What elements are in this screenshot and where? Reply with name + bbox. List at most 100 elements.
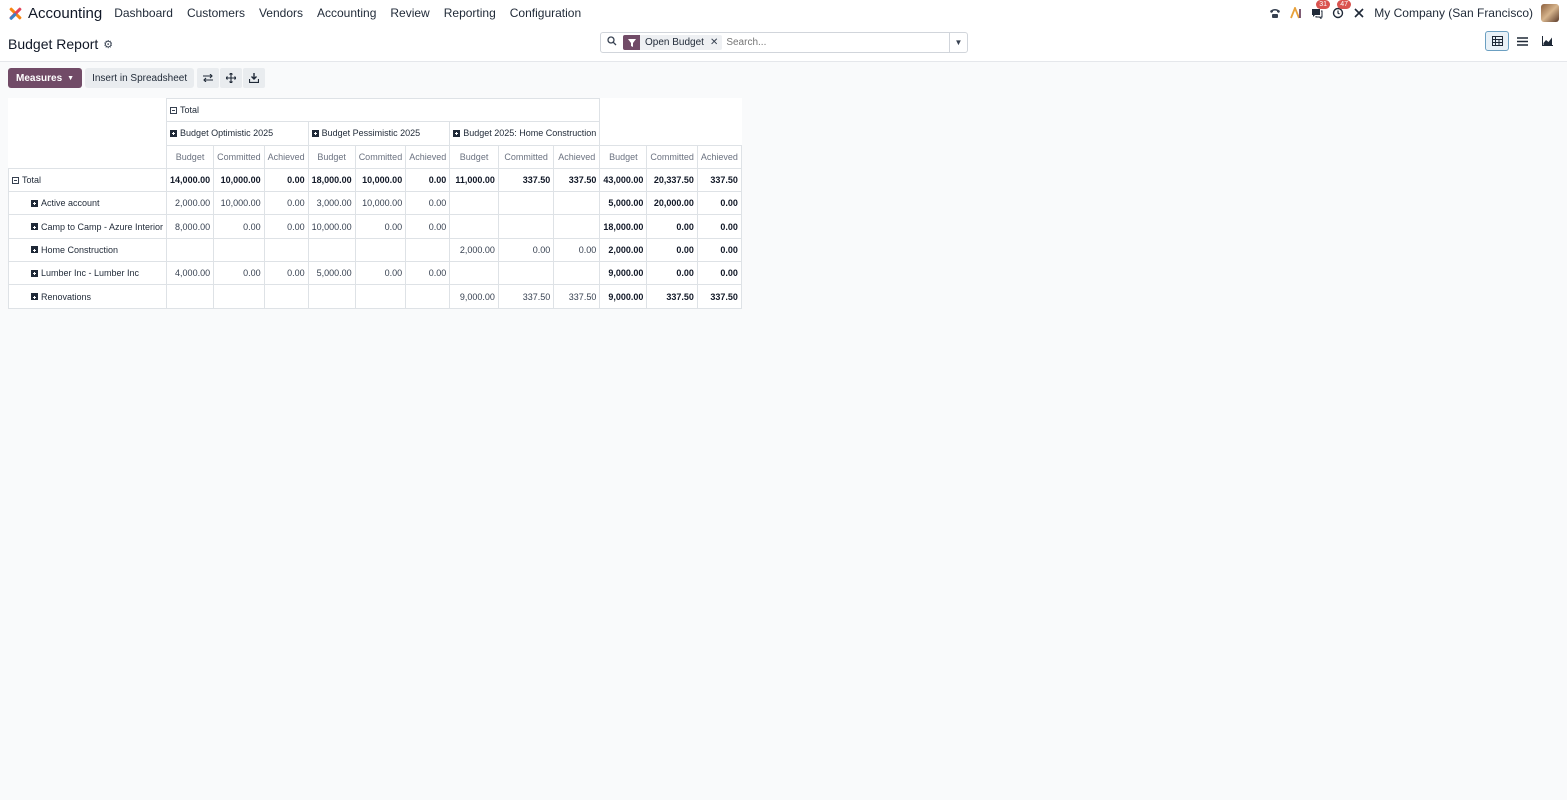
table-cell[interactable]: 0.00	[646, 237, 698, 263]
table-cell[interactable]	[497, 191, 555, 216]
table-cell[interactable]: 8,000.00	[166, 214, 215, 239]
row-header[interactable]: Home Construction	[7, 237, 168, 263]
table-cell[interactable]: 337.50	[553, 167, 601, 193]
measure-header[interactable]: Achieved	[263, 144, 309, 169]
measure-header[interactable]: Committed	[646, 144, 698, 169]
table-cell[interactable]: 0.00	[405, 214, 451, 239]
table-cell[interactable]: 11,000.00	[449, 167, 499, 193]
measure-header[interactable]: Budget	[599, 144, 648, 169]
col-header-total[interactable]: Total	[166, 97, 601, 123]
table-cell[interactable]	[449, 191, 499, 216]
menu-vendors[interactable]: Vendors	[259, 6, 303, 20]
table-cell[interactable]: 2,000.00	[599, 237, 648, 263]
table-cell[interactable]: 337.50	[497, 284, 555, 309]
tools-icon[interactable]	[1352, 6, 1366, 20]
menu-dashboard[interactable]: Dashboard	[114, 6, 173, 20]
table-cell[interactable]: 0.00	[354, 214, 407, 239]
table-cell[interactable]: 0.00	[405, 191, 451, 216]
table-cell[interactable]: 10,000.00	[354, 191, 407, 216]
table-cell[interactable]: 0.00	[263, 261, 309, 286]
company-switcher[interactable]: My Company (San Francisco)	[1374, 6, 1533, 20]
col-header-group[interactable]: Budget 2025: Home Construction	[449, 121, 601, 146]
table-cell[interactable]: 337.50	[497, 167, 555, 193]
table-cell[interactable]	[449, 261, 499, 286]
table-cell[interactable]: 2,000.00	[449, 237, 499, 263]
table-cell[interactable]: 4,000.00	[166, 261, 215, 286]
table-cell[interactable]: 14,000.00	[166, 167, 215, 193]
graph-view-icon[interactable]	[1535, 31, 1559, 51]
table-cell[interactable]: 337.50	[696, 284, 742, 309]
table-cell[interactable]	[553, 261, 601, 286]
menu-accounting[interactable]: Accounting	[317, 6, 376, 20]
table-cell[interactable]: 5,000.00	[599, 191, 648, 216]
measure-header[interactable]: Budget	[166, 144, 215, 169]
col-header-group[interactable]: Budget Pessimistic 2025	[307, 121, 451, 146]
list-view-icon[interactable]	[1510, 31, 1534, 51]
gear-icon[interactable]: ⚙	[103, 38, 113, 51]
table-cell[interactable]	[405, 284, 451, 309]
table-cell[interactable]	[307, 284, 356, 309]
remove-facet-icon[interactable]: ✕	[710, 37, 718, 48]
table-cell[interactable]	[354, 284, 407, 309]
table-cell[interactable]: 3,000.00	[307, 191, 356, 216]
table-cell[interactable]: 10,000.00	[213, 167, 265, 193]
table-cell[interactable]	[213, 237, 265, 263]
menu-reporting[interactable]: Reporting	[444, 6, 496, 20]
table-cell[interactable]: 0.00	[405, 261, 451, 286]
pivot-view-icon[interactable]	[1485, 31, 1509, 51]
app-brand[interactable]: Accounting	[8, 5, 114, 22]
table-cell[interactable]	[263, 237, 309, 263]
download-icon[interactable]	[243, 68, 266, 88]
table-cell[interactable]: 0.00	[553, 237, 601, 263]
row-header[interactable]: Lumber Inc - Lumber Inc	[7, 261, 168, 286]
search-options-toggle[interactable]: ▼	[949, 33, 967, 52]
table-cell[interactable]: 0.00	[354, 261, 407, 286]
measures-dropdown[interactable]: Measures ▼	[8, 68, 83, 88]
col-header-group[interactable]: Budget Optimistic 2025	[166, 121, 309, 146]
table-cell[interactable]	[166, 237, 215, 263]
table-cell[interactable]: 337.50	[553, 284, 601, 309]
row-header[interactable]: Active account	[7, 191, 168, 216]
table-cell[interactable]: 10,000.00	[213, 191, 265, 216]
table-cell[interactable]	[497, 261, 555, 286]
table-cell[interactable]: 0.00	[263, 191, 309, 216]
table-cell[interactable]	[166, 284, 215, 309]
expand-all-icon[interactable]	[220, 68, 243, 88]
row-header[interactable]: Renovations	[7, 284, 168, 309]
table-cell[interactable]: 18,000.00	[599, 214, 648, 239]
table-cell[interactable]	[405, 237, 451, 263]
table-cell[interactable]	[553, 191, 601, 216]
table-cell[interactable]: 20,000.00	[646, 191, 698, 216]
measure-header[interactable]: Budget	[449, 144, 499, 169]
table-cell[interactable]	[213, 284, 265, 309]
row-header-total[interactable]: Total	[7, 167, 168, 193]
table-cell[interactable]: 0.00	[696, 237, 742, 263]
table-cell[interactable]: 0.00	[263, 167, 309, 193]
table-cell[interactable]: 337.50	[696, 167, 742, 193]
table-cell[interactable]	[307, 237, 356, 263]
table-cell[interactable]: 337.50	[646, 284, 698, 309]
measure-header[interactable]: Committed	[497, 144, 555, 169]
table-cell[interactable]	[497, 214, 555, 239]
table-cell[interactable]: 20,337.50	[646, 167, 698, 193]
insert-spreadsheet-button[interactable]: Insert in Spreadsheet	[85, 68, 195, 88]
search-input[interactable]	[726, 37, 962, 48]
table-cell[interactable]: 0.00	[696, 261, 742, 286]
measure-header[interactable]: Achieved	[696, 144, 742, 169]
table-cell[interactable]	[354, 237, 407, 263]
table-cell[interactable]: 0.00	[646, 214, 698, 239]
table-cell[interactable]: 10,000.00	[307, 214, 356, 239]
measure-header[interactable]: Committed	[213, 144, 265, 169]
activities-clock-icon[interactable]: 47	[1331, 0, 1352, 20]
flip-axis-icon[interactable]	[197, 68, 220, 88]
table-cell[interactable]	[449, 214, 499, 239]
table-cell[interactable]	[263, 284, 309, 309]
menu-review[interactable]: Review	[390, 6, 429, 20]
table-cell[interactable]: 0.00	[263, 214, 309, 239]
table-cell[interactable]: 0.00	[405, 167, 451, 193]
table-cell[interactable]: 0.00	[696, 214, 742, 239]
table-cell[interactable]: 5,000.00	[307, 261, 356, 286]
table-cell[interactable]: 0.00	[646, 261, 698, 286]
table-cell[interactable]: 18,000.00	[307, 167, 356, 193]
table-cell[interactable]: 9,000.00	[449, 284, 499, 309]
